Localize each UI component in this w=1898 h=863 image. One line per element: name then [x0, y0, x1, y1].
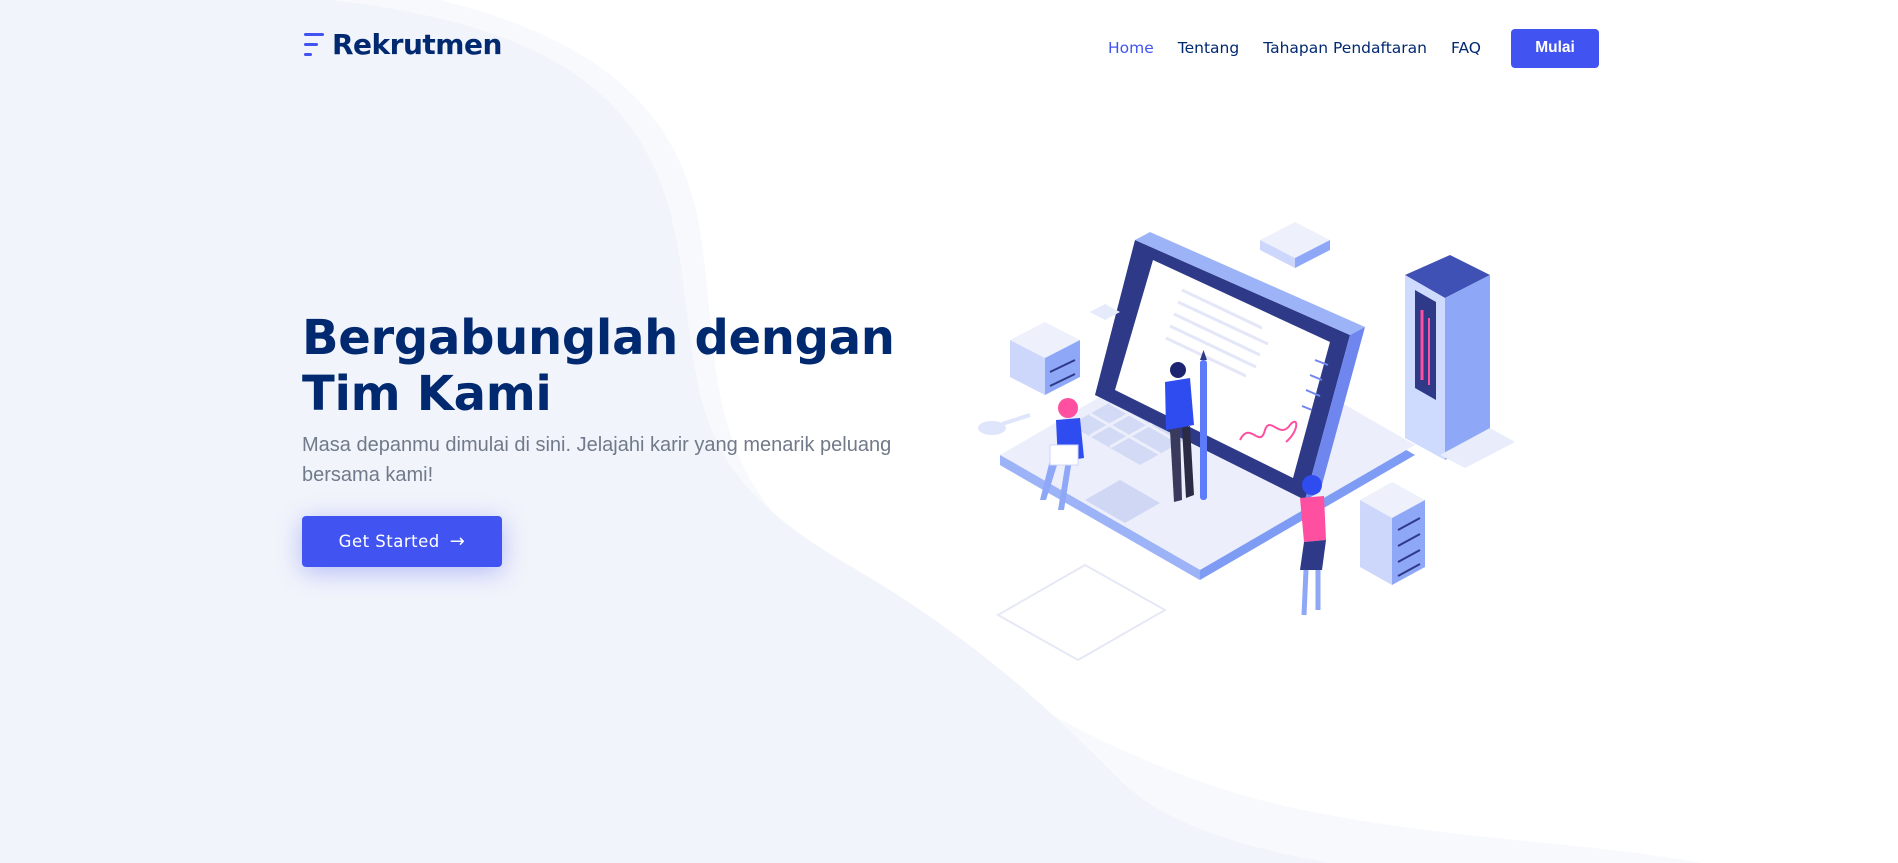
bars-logo-icon — [304, 32, 324, 56]
hero-subtitle: Masa depanmu dimulai di sini. Jelajahi k… — [302, 434, 892, 486]
get-started-button[interactable]: Get Started → — [302, 516, 502, 567]
brand-name: Rekrutmen — [332, 28, 502, 61]
hero-title: Bergabunglah dengan Tim Kami — [302, 310, 895, 422]
nav-item-home[interactable]: Home — [1108, 39, 1154, 57]
site-header: Rekrutmen Home Tentang Tahapan Pendaftar… — [0, 0, 1898, 94]
hero-section: Bergabunglah dengan Tim Kami Masa depanm… — [302, 310, 942, 567]
background-wave — [0, 0, 1700, 863]
mulai-button[interactable]: Mulai — [1511, 28, 1599, 68]
page: Rekrutmen Home Tentang Tahapan Pendaftar… — [0, 0, 1898, 863]
brand-logo[interactable]: Rekrutmen — [302, 28, 502, 61]
nav-item-faq[interactable]: FAQ — [1451, 39, 1481, 57]
main-nav: Home Tentang Tahapan Pendaftaran FAQ Mul… — [1084, 28, 1599, 68]
nav-item-tentang[interactable]: Tentang — [1178, 39, 1239, 57]
isometric-laptop-team-illustration — [978, 222, 1515, 662]
arrow-right-icon: → — [449, 531, 466, 552]
nav-item-tahapan-pendaftaran[interactable]: Tahapan Pendaftaran — [1263, 39, 1427, 57]
get-started-label: Get Started — [338, 532, 440, 551]
